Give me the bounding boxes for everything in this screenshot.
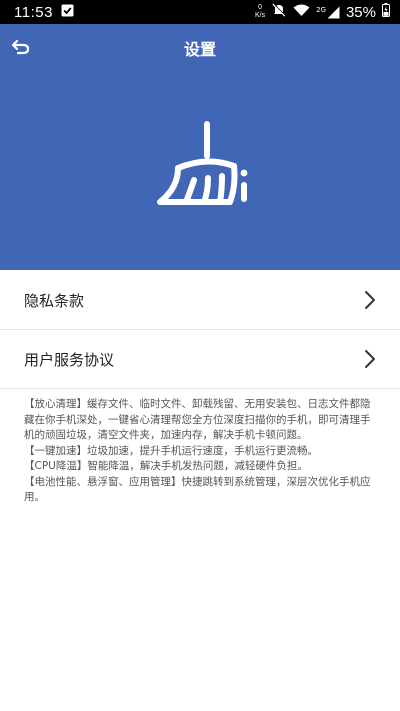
feature-description: 【放心清理】缓存文件、临时文件、卸载残留、无用安装包、日志文件都隐藏在你手机深处… <box>24 397 378 506</box>
header: 设置 <box>0 24 400 270</box>
divider <box>0 388 400 389</box>
network-speed: 0 K/s <box>255 4 265 20</box>
status-time: 11:53 <box>14 3 53 21</box>
wifi-icon <box>293 3 310 21</box>
broom-icon <box>150 120 260 212</box>
menu-item-label: 隐私条款 <box>24 291 85 310</box>
chevron-right-icon <box>365 350 375 368</box>
signal-icon: 2G <box>316 6 340 19</box>
description-paragraph: 【一键加速】垃圾加速，提升手机运行速度，手机运行更流畅。 <box>24 444 318 457</box>
status-right: 0 K/s 2G 35% <box>255 3 390 21</box>
description-paragraph: 【放心清理】缓存文件、临时文件、卸载残留、无用安装包、日志文件都隐藏在你手机深处… <box>24 398 371 441</box>
description-paragraph: 【电池性能、悬浮窗、应用管理】快捷跳转到系统管理，深层次优化手机应用。 <box>24 475 371 504</box>
menu-item-user-service-agreement[interactable]: 用户服务协议 <box>0 330 400 388</box>
download-notification-icon <box>61 3 74 21</box>
battery-charging-icon <box>382 3 390 21</box>
battery-percentage: 35% <box>345 3 376 21</box>
chevron-right-icon <box>365 291 375 309</box>
network-speed-value: 0 <box>258 4 262 11</box>
mute-icon <box>271 3 287 21</box>
status-left: 11:53 <box>14 3 74 21</box>
menu-item-label: 用户服务协议 <box>24 350 115 369</box>
menu-item-privacy-terms[interactable]: 隐私条款 <box>0 271 400 329</box>
page-title: 设置 <box>183 40 216 59</box>
status-bar: 11:53 0 K/s 2G 35% <box>0 0 400 24</box>
network-speed-unit: K/s <box>254 12 266 19</box>
description-paragraph: 【CPU降温】智能降温，解决手机发热问题，减轻硬件负担。 <box>24 460 308 472</box>
signal-label: 2G <box>316 5 326 14</box>
